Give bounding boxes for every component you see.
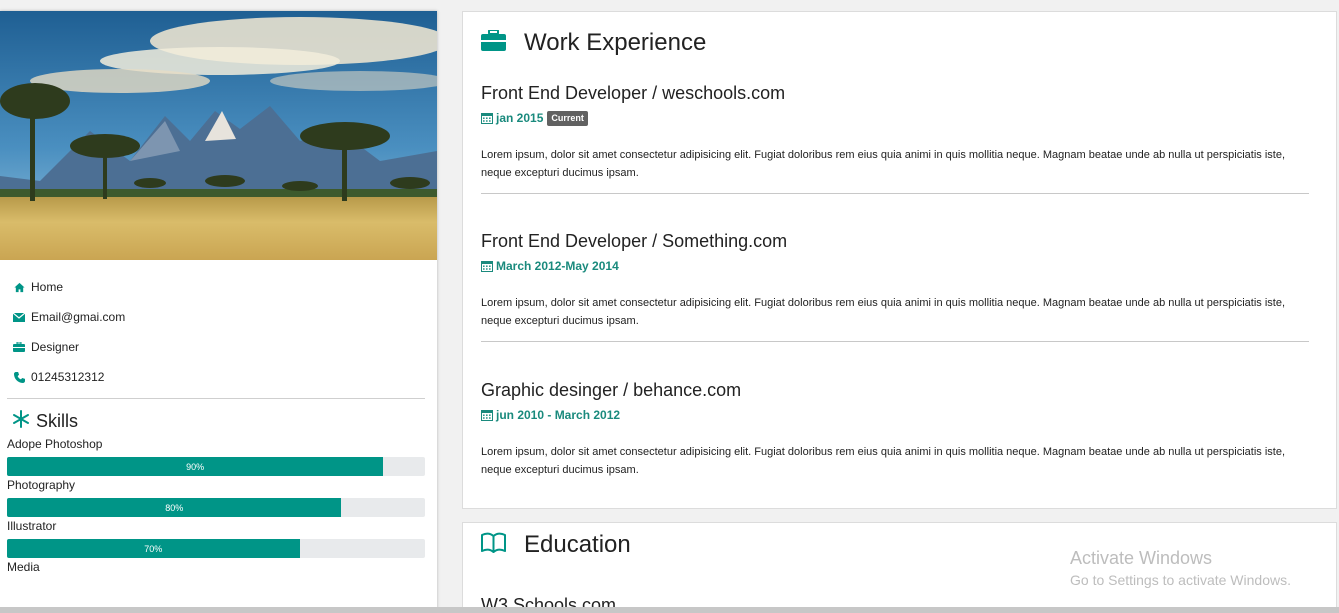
info-email[interactable]: Email@gmai.com — [13, 302, 437, 332]
job-description: Lorem ipsum, dolor sit amet consectetur … — [481, 446, 1286, 476]
education-heading: Education — [481, 525, 631, 565]
briefcase-icon — [13, 341, 25, 353]
calendar-icon — [481, 409, 493, 421]
skill-item: Illustrator 70% — [7, 517, 425, 558]
home-icon — [13, 281, 25, 293]
info-home-text: Home — [31, 280, 64, 294]
envelope-icon — [13, 311, 25, 323]
skill-progress-fill: 80% — [7, 498, 342, 517]
job-title: Front End Developer / Something.com — [481, 231, 788, 251]
skill-item: Adope Photoshop 90% — [7, 435, 425, 476]
skill-label: Photography — [7, 478, 76, 492]
skill-progress-fill: 90% — [7, 457, 384, 476]
skill-progress-bar: 90% — [7, 457, 425, 476]
job-date: jun 2010 - March 2012 — [481, 407, 1309, 423]
info-home[interactable]: Home — [13, 272, 437, 302]
job-date: jan 2015 Current — [481, 110, 1309, 126]
watermark-line2: Go to Settings to activate Windows. — [1070, 572, 1291, 588]
sidebar-divider — [7, 398, 425, 399]
skill-item: Photography 80% — [7, 476, 425, 517]
briefcase-icon — [481, 29, 506, 56]
skill-label: Adope Photoshop — [7, 437, 103, 451]
info-role[interactable]: Designer — [13, 332, 437, 362]
job-separator — [481, 341, 1309, 342]
info-phone[interactable]: 01245312312 — [13, 362, 437, 392]
skill-progress-bar: 70% — [7, 539, 425, 558]
skill-progress-fill: 70% — [7, 539, 300, 558]
job-description: Lorem ipsum, dolor sit amet consectetur … — [481, 149, 1286, 179]
job-date-text: jun 2010 - March 2012 — [496, 408, 621, 422]
info-role-text: Designer — [31, 340, 80, 354]
profile-card: Home Email@gmai.com Designer 01245312312… — [0, 11, 437, 613]
phone-icon — [13, 371, 25, 383]
job-entry: Front End Developer / weschools.com jan … — [481, 82, 1309, 194]
job-date-text: March 2012-May 2014 — [496, 259, 619, 273]
job-date: March 2012-May 2014 — [481, 258, 1309, 274]
activate-windows-watermark: Activate Windows Go to Settings to activ… — [1070, 548, 1291, 588]
info-email-text: Email@gmai.com — [31, 310, 126, 324]
skills-heading: Skills — [12, 409, 437, 433]
job-date-text: jan 2015 — [496, 111, 544, 125]
work-experience-panel: Work Experience Front End Developer / we… — [462, 11, 1337, 509]
work-heading: Work Experience — [481, 22, 706, 64]
horizontal-scrollbar[interactable] — [0, 607, 1339, 613]
skill-label: Illustrator — [7, 519, 57, 533]
job-title: Graphic desinger / behance.com — [481, 380, 742, 400]
job-separator — [481, 193, 1309, 194]
calendar-icon — [481, 260, 493, 272]
job-description: Lorem ipsum, dolor sit amet consectetur … — [481, 297, 1286, 327]
education-title: Education — [524, 531, 631, 558]
calendar-icon — [481, 112, 493, 124]
asterisk-icon — [12, 409, 30, 433]
landscape-image — [0, 11, 437, 260]
work-title: Work Experience — [524, 29, 707, 56]
book-icon — [481, 532, 506, 558]
contact-list: Home Email@gmai.com Designer 01245312312 — [0, 260, 437, 392]
job-title: Front End Developer / weschools.com — [481, 83, 786, 103]
skill-label: Media — [7, 560, 40, 574]
skill-item: Media — [7, 558, 425, 576]
info-phone-text: 01245312312 — [31, 370, 105, 384]
current-badge: Current — [547, 110, 588, 126]
skills-title: Skills — [36, 410, 79, 431]
job-entry: Graphic desinger / behance.com jun 2010 … — [481, 379, 1309, 479]
watermark-line1: Activate Windows — [1070, 548, 1213, 568]
skill-progress-bar: 80% — [7, 498, 425, 517]
job-entry: Front End Developer / Something.com Marc… — [481, 230, 1309, 342]
